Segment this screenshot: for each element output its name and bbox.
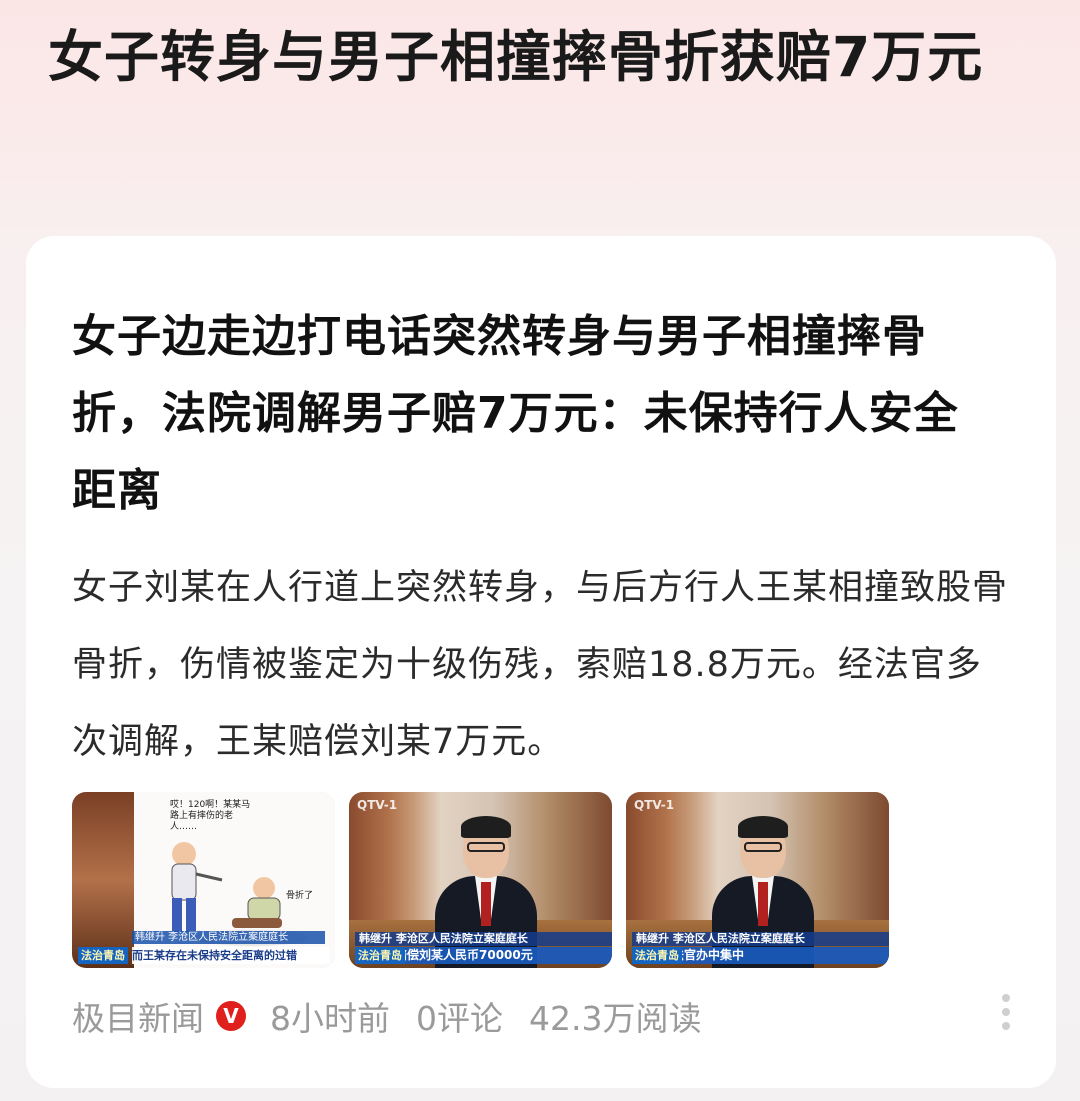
more-vertical-icon[interactable] bbox=[996, 994, 1016, 1034]
name-caption: 韩继升 李沧区人民法院立案庭庭长 bbox=[632, 932, 889, 946]
thumbnail-cartoon[interactable]: 哎！120啊！某某马路上有摔伤的老人…… 骨折了 韩继升 李沧区人民法院立案庭庭… bbox=[72, 792, 335, 968]
article-meta: 极目新闻 V 8小时前 0评论 42.3万阅读 bbox=[72, 992, 1012, 1040]
subtitle-caption: 而王某存在未保持安全距离的过错 bbox=[132, 947, 330, 964]
article-title[interactable]: 女子边走边打电话突然转身与男子相撞摔骨折，法院调解男子赔7万元：未保持行人安全距… bbox=[72, 298, 1002, 529]
channel-logo: 法治青岛 bbox=[78, 947, 128, 964]
comment-count: 0评论 bbox=[416, 999, 503, 1038]
channel-logo: 法治青岛 bbox=[355, 947, 405, 964]
news-card[interactable]: 女子边走边打电话突然转身与男子相撞摔骨折，法院调解男子赔7万元：未保持行人安全距… bbox=[26, 236, 1056, 1088]
publish-time: 8小时前 bbox=[270, 999, 390, 1038]
thumbnail-judge-2[interactable]: QTV-1 韩继升 李沧区人民法院立案庭庭长 进行附法官办中集中 法治青岛 bbox=[626, 792, 889, 968]
tv-logo: QTV-1 bbox=[634, 798, 675, 812]
speech-bubble: 哎！120啊！某某马路上有摔伤的老人…… bbox=[170, 800, 251, 832]
channel-logo: 法治青岛 bbox=[632, 947, 682, 964]
article-summary: 女子刘某在人行道上突然转身，与后方行人王某相撞致股骨骨折，伤情被鉴定为十级伤残，… bbox=[72, 568, 1009, 762]
thumbnail-strip: 哎！120啊！某某马路上有摔伤的老人…… 骨折了 韩继升 李沧区人民法院立案庭庭… bbox=[72, 792, 889, 968]
page-headline: 女子转身与男子相撞摔骨折获赔7万元 bbox=[48, 25, 984, 89]
name-caption: 韩继升 李沧区人民法院立案庭庭长 bbox=[355, 932, 612, 946]
speech-bubble-fracture: 骨折了 bbox=[286, 891, 314, 901]
read-count: 42.3万阅读 bbox=[529, 999, 702, 1038]
verified-v-icon: V bbox=[216, 1001, 246, 1031]
name-caption: 韩继升 李沧区人民法院立案庭庭长 bbox=[132, 931, 325, 944]
source-name[interactable]: 极目新闻 bbox=[72, 992, 204, 1040]
thumbnail-judge-1[interactable]: QTV-1 韩继升 李沧区人民法院立案庭庭长 由王某赔偿刘某人民币70000元 … bbox=[349, 792, 612, 968]
tv-logo: QTV-1 bbox=[357, 798, 398, 812]
